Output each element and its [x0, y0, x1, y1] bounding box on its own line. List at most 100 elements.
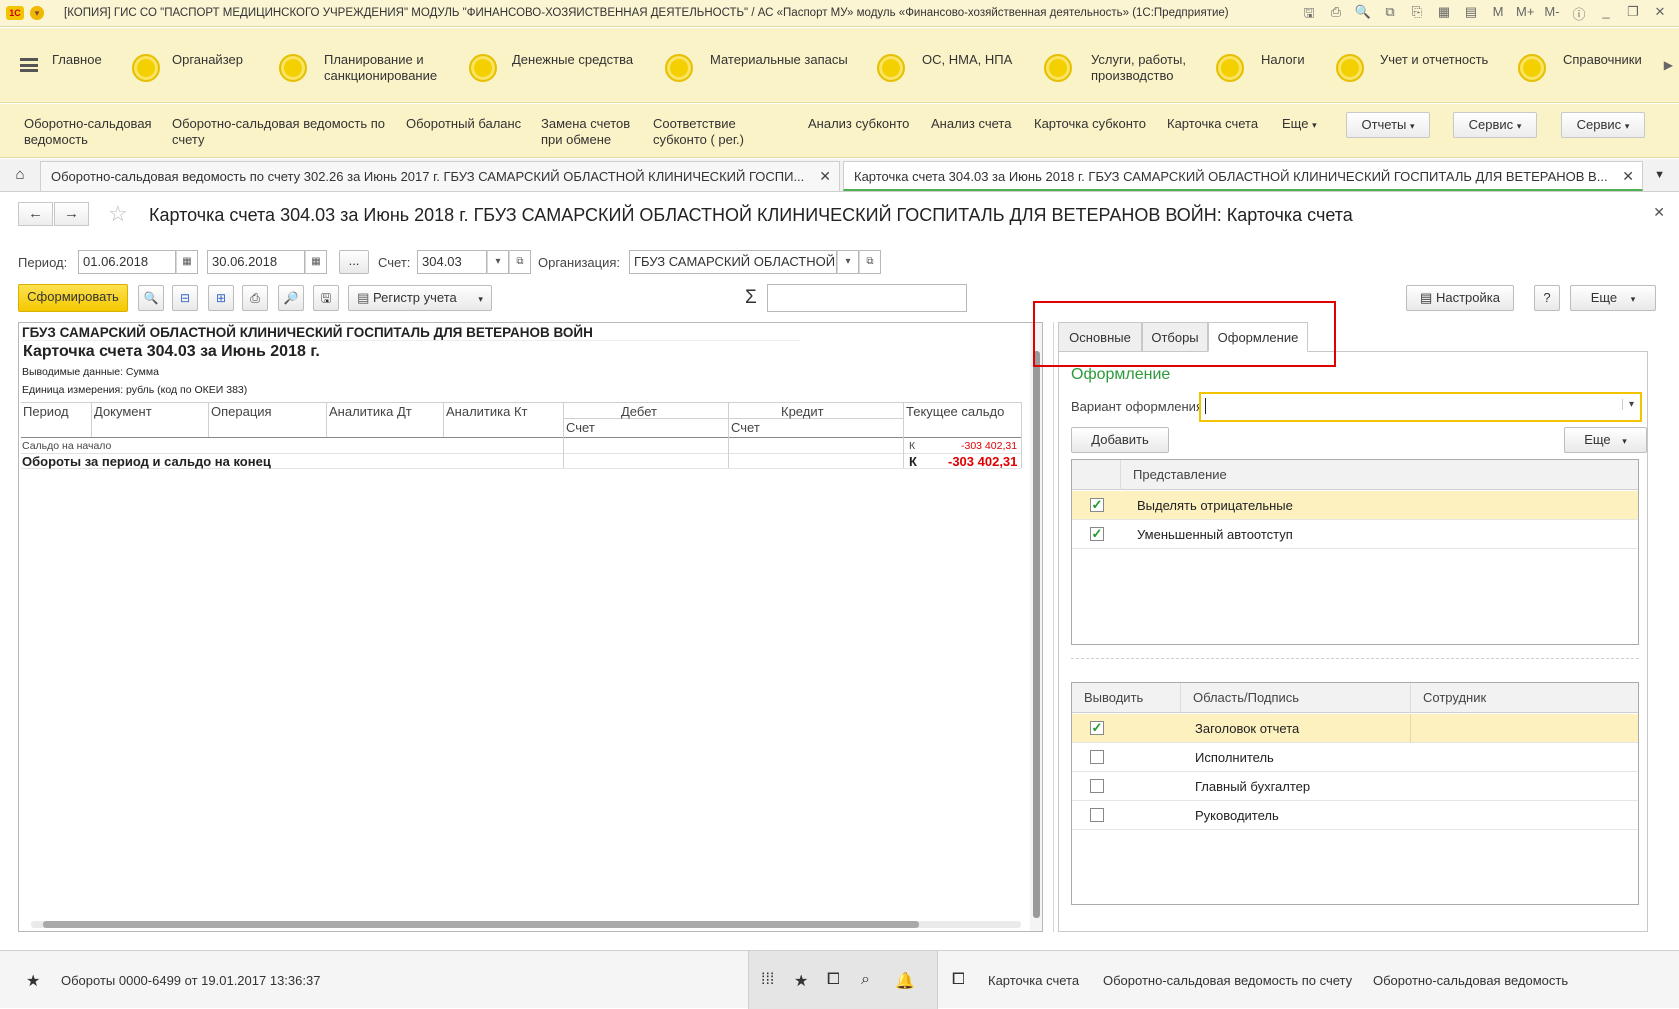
settings-button[interactable]: ▤ Настройка — [1406, 285, 1514, 311]
date-from-field[interactable]: 01.06.2018 — [78, 250, 176, 274]
account-field[interactable]: 304.03 — [417, 250, 487, 274]
form-close-icon[interactable]: ✕ — [1653, 204, 1665, 221]
chevron-down-icon[interactable]: ▾ — [1621, 399, 1634, 410]
favorite-star-icon[interactable]: ☆ — [108, 201, 128, 227]
table-row[interactable]: Исполнитель — [1072, 743, 1638, 772]
open-icon[interactable]: ⧉ — [509, 250, 531, 274]
close-icon[interactable]: ✕ — [819, 162, 831, 191]
history-link-2[interactable]: Оборотно-сальдовая ведомость по счету — [1103, 973, 1352, 988]
tabs-list-icon[interactable]: ▼ — [1654, 169, 1665, 181]
open-icon[interactable]: ⧉ — [859, 250, 881, 274]
section-services[interactable]: Услуги, работы, производство — [1091, 52, 1201, 84]
signatures-table[interactable]: Выводить Область/Подпись Сотрудник ✓ Заг… — [1071, 682, 1639, 905]
reports-button[interactable]: Отчеты ▾ — [1346, 112, 1430, 138]
cmd-subconto-match[interactable]: Соответствие субконто ( рег.) — [653, 116, 793, 148]
save-icon[interactable]: 🖫 — [1300, 4, 1318, 26]
section-accounting-icon[interactable] — [1336, 54, 1364, 82]
scroll-thumb[interactable] — [1033, 351, 1040, 918]
table-icon[interactable]: ▦ — [1435, 4, 1453, 26]
section-references-icon[interactable] — [1518, 54, 1546, 82]
bell-icon[interactable]: 🔔 — [895, 971, 915, 991]
section-fixed-assets[interactable]: ОС, НМА, НПА — [922, 52, 1012, 68]
save-icon[interactable]: 🖫 — [313, 285, 339, 311]
section-taxes[interactable]: Налоги — [1261, 52, 1305, 68]
history-link-3[interactable]: Оборотно-сальдовая ведомость — [1373, 973, 1568, 988]
section-organizer[interactable]: Органайзер — [172, 52, 243, 68]
sum-field[interactable] — [767, 284, 967, 312]
col-employee[interactable]: Сотрудник — [1410, 683, 1638, 713]
m-minus-icon[interactable]: M- — [1543, 4, 1561, 26]
section-materials-icon[interactable] — [665, 54, 693, 82]
generate-button[interactable]: Сформировать — [18, 284, 128, 312]
print-icon[interactable]: ⎙ — [242, 285, 268, 311]
checkbox[interactable] — [1090, 808, 1104, 822]
table-row[interactable]: Руководитель — [1072, 801, 1638, 830]
scroll-right-icon[interactable]: ▶ — [1664, 58, 1673, 72]
forward-button[interactable]: → — [54, 202, 89, 226]
history-icon[interactable]: ⧠ — [827, 971, 840, 989]
section-planning[interactable]: Планирование и санкционирование — [324, 52, 454, 84]
table-row[interactable]: Главный бухгалтер — [1072, 772, 1638, 801]
tab-osv-account[interactable]: Оборотно-сальдовая ведомость по счету 30… — [40, 161, 840, 191]
section-organizer-icon[interactable] — [132, 54, 160, 82]
checkbox[interactable]: ✓ — [1090, 527, 1104, 541]
calendar-icon[interactable]: ▦ — [176, 250, 198, 274]
table-row[interactable]: ✓ Выделять отрицательные — [1072, 491, 1638, 520]
representation-table[interactable]: Представление ✓ Выделять отрицательные ✓… — [1071, 459, 1639, 645]
tab-account-card[interactable]: Карточка счета 304.03 за Июнь 2018 г. ГБ… — [843, 161, 1643, 191]
add-button[interactable]: Добавить — [1071, 427, 1169, 453]
section-references[interactable]: Справочники — [1563, 52, 1642, 68]
register-button[interactable]: ▤ Регистр учета ▾ — [348, 285, 492, 311]
cmd-turnover-balance[interactable]: Оборотный баланс — [406, 116, 521, 132]
col-output[interactable]: Выводить — [1072, 683, 1180, 713]
section-materials[interactable]: Материальные запасы — [710, 52, 848, 68]
org-field[interactable]: ГБУЗ САМАРСКИЙ ОБЛАСТНОЙ — [629, 250, 837, 274]
print-icon[interactable]: ⎙ — [1327, 4, 1345, 26]
help-button[interactable]: ? — [1534, 285, 1560, 311]
preview-icon[interactable]: 🔎 — [278, 285, 304, 311]
variant-field[interactable]: ▾ — [1199, 392, 1642, 422]
checkbox[interactable] — [1090, 750, 1104, 764]
col-area[interactable]: Область/Подпись — [1180, 683, 1410, 713]
service-button-1[interactable]: Сервис ▾ — [1453, 112, 1537, 138]
cmd-osv-account[interactable]: Оборотно-сальдовая ведомость по счету — [172, 116, 392, 148]
period-select-button[interactable]: ... — [339, 250, 369, 274]
collapse-icon[interactable]: ⊟ — [172, 285, 198, 311]
checkbox[interactable] — [1090, 779, 1104, 793]
m-plus-icon[interactable]: M+ — [1516, 4, 1534, 26]
preview-icon[interactable]: 🔍 — [1354, 4, 1372, 26]
cmd-osv[interactable]: Оборотно-сальдовая ведомость — [24, 116, 164, 148]
star-icon[interactable]: ★ — [26, 971, 40, 991]
cmd-account-analysis[interactable]: Анализ счета — [931, 116, 1011, 132]
minimize-icon[interactable]: _ — [1597, 4, 1615, 26]
section-accounting[interactable]: Учет и отчетность — [1380, 52, 1488, 68]
section-taxes-icon[interactable] — [1216, 54, 1244, 82]
section-main[interactable]: Главное — [52, 52, 102, 68]
section-cash-icon[interactable] — [469, 54, 497, 82]
table-row[interactable]: ✓ Уменьшенный автоотступ — [1072, 520, 1638, 549]
back-button[interactable]: ← — [18, 202, 53, 226]
service-button-2[interactable]: Сервис ▾ — [1561, 112, 1645, 138]
search-icon[interactable]: 🔍 — [138, 285, 164, 311]
expand-icon[interactable]: ⊞ — [208, 285, 234, 311]
calendar-icon[interactable]: ▤ — [1462, 4, 1480, 26]
section-services-icon[interactable] — [1044, 54, 1072, 82]
cmd-subconto-card[interactable]: Карточка субконто — [1034, 116, 1146, 132]
vertical-scrollbar[interactable] — [1030, 323, 1042, 931]
section-cash[interactable]: Денежные средства — [512, 52, 633, 68]
chevron-down-icon[interactable]: ▾ — [837, 250, 859, 274]
table-row[interactable]: ✓ Заголовок отчета — [1072, 714, 1638, 743]
history-link-1[interactable]: Карточка счета — [988, 973, 1079, 988]
main-menu-icon[interactable]: ▾ — [30, 6, 44, 20]
section-fixed-assets-icon[interactable] — [877, 54, 905, 82]
date-to-field[interactable]: 30.06.2018 — [207, 250, 305, 274]
scroll-thumb[interactable] — [43, 921, 919, 928]
home-icon[interactable]: ⌂ — [10, 166, 30, 186]
m-icon[interactable]: M — [1489, 4, 1507, 26]
chevron-down-icon[interactable]: ▾ — [487, 250, 509, 274]
cmd-replace-accounts[interactable]: Замена счетов при обмене — [541, 116, 641, 148]
panel-more-button[interactable]: Еще ▾ — [1564, 427, 1647, 453]
tab-appearance[interactable]: Оформление — [1208, 322, 1308, 352]
info-icon[interactable]: ⓘ — [1570, 4, 1588, 26]
cmd-account-card[interactable]: Карточка счета — [1167, 116, 1258, 132]
